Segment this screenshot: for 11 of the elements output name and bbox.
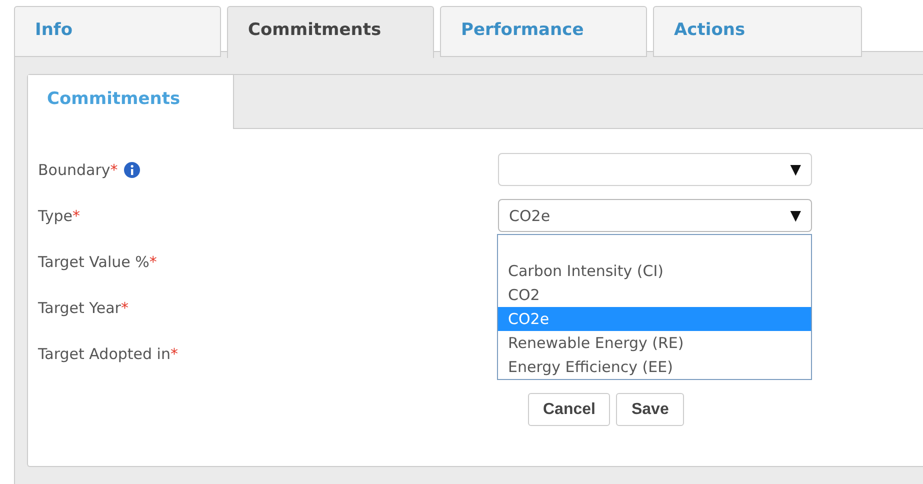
caret-icon: ▼ <box>790 162 801 178</box>
field-label: Target Value %* <box>38 252 157 270</box>
field-label: Boundary* <box>38 160 118 178</box>
select-field[interactable]: ▼ <box>498 153 812 186</box>
save-button[interactable]: Save <box>616 393 684 426</box>
tab[interactable]: Commitments <box>227 6 434 58</box>
cancel-button[interactable]: Cancel <box>528 393 610 426</box>
field-label: Type* <box>38 206 80 224</box>
field-label: Target Year* <box>38 298 128 316</box>
caret-icon: ▼ <box>790 208 801 224</box>
field-label: Target Adopted in* <box>38 344 178 362</box>
